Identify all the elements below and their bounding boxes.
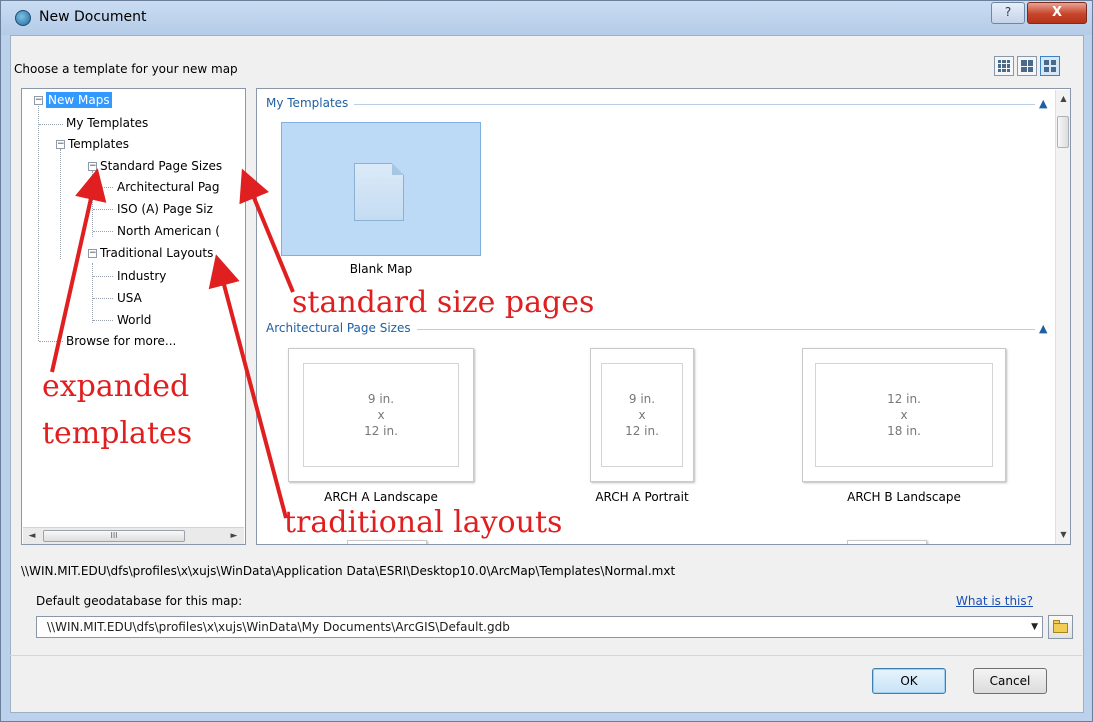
prompt-text: Choose a template for your new map	[14, 62, 238, 76]
view-large-button[interactable]	[1040, 56, 1060, 76]
folder-icon	[1053, 623, 1068, 633]
blank-document-icon	[354, 163, 404, 221]
blank-map-caption: Blank Map	[349, 262, 413, 276]
view-medium-button[interactable]	[1017, 56, 1037, 76]
medium-icons-view-icon	[1021, 60, 1033, 72]
tree-item-new-maps[interactable]: New Maps	[46, 92, 112, 108]
tree-item-world[interactable]: World	[117, 312, 151, 328]
tree-item-iso-a-page-sizes[interactable]: ISO (A) Page Siz	[117, 201, 213, 217]
close-button[interactable]: X	[1027, 2, 1087, 24]
blank-map-thumbnail[interactable]	[281, 122, 481, 256]
collapse-my-templates-icon[interactable]: ▲	[1039, 97, 1047, 110]
tree-item-industry[interactable]: Industry	[117, 268, 166, 284]
scroll-up-arrow-icon[interactable]: ▲	[1056, 92, 1070, 106]
collapse-standard-page-sizes-toggle[interactable]: −	[88, 162, 97, 171]
page-size-label: 9 in. x 12 in.	[303, 363, 459, 467]
annotation-traditional-layouts: traditional layouts	[284, 505, 563, 540]
arch-a-portrait-thumbnail[interactable]: 9 in. x 12 in.	[590, 348, 694, 482]
dropdown-arrow-icon[interactable]: ▼	[1031, 617, 1038, 637]
arch-a-landscape-thumbnail[interactable]: 9 in. x 12 in.	[288, 348, 474, 482]
section-title-my-templates: My Templates	[266, 96, 355, 110]
ok-button[interactable]: OK	[872, 668, 946, 694]
tree-item-north-american[interactable]: North American (	[117, 223, 220, 239]
cancel-button[interactable]: Cancel	[973, 668, 1047, 694]
arch-b-landscape-thumbnail[interactable]: 12 in. x 18 in.	[802, 348, 1006, 482]
gallery-vertical-scrollbar[interactable]: ▲ ▼	[1055, 90, 1070, 544]
title-bar: New Document ? X	[1, 1, 1092, 35]
annotation-standard-size-pages: standard size pages	[292, 285, 595, 320]
tree-item-my-templates[interactable]: My Templates	[66, 115, 148, 131]
geodatabase-label: Default geodatabase for this map:	[36, 594, 243, 608]
annotation-expanded-line1: expanded	[42, 369, 190, 404]
template-tree[interactable]: − New Maps My Templates − Templates − St…	[21, 88, 246, 545]
collapse-architectural-icon[interactable]: ▲	[1039, 322, 1047, 335]
collapse-templates-toggle[interactable]: −	[56, 140, 65, 149]
tree-item-architectural-page-sizes[interactable]: Architectural Pag	[117, 179, 220, 195]
tree-item-browse-for-more[interactable]: Browse for more...	[66, 333, 176, 349]
geodatabase-combobox[interactable]: \\WIN.MIT.EDU\dfs\profiles\x\xujs\WinDat…	[36, 616, 1043, 638]
scrollbar-thumb[interactable]	[1057, 116, 1069, 148]
partial-thumbnail	[847, 540, 927, 544]
tree-horizontal-scrollbar[interactable]: ◄ III ►	[23, 527, 244, 544]
arch-a-landscape-caption: ARCH A Landscape	[324, 490, 438, 504]
list-view-icon	[998, 60, 1010, 72]
window-title: New Document	[39, 9, 147, 25]
annotation-expanded-line2: templates	[42, 416, 193, 451]
what-is-this-link[interactable]: What is this?	[956, 594, 1033, 608]
help-button[interactable]: ?	[991, 2, 1025, 24]
arcmap-app-icon	[15, 10, 31, 26]
collapse-new-maps-toggle[interactable]: −	[34, 96, 43, 105]
arch-b-landscape-caption: ARCH B Landscape	[847, 490, 961, 504]
scrollbar-thumb[interactable]: III	[43, 530, 185, 542]
page-size-label: 9 in. x 12 in.	[601, 363, 683, 467]
page-size-label: 12 in. x 18 in.	[815, 363, 993, 467]
button-separator	[10, 655, 1082, 656]
scroll-right-arrow-icon[interactable]: ►	[227, 530, 241, 543]
tree-item-traditional-layouts[interactable]: Traditional Layouts	[100, 245, 213, 261]
section-title-architectural-page-sizes: Architectural Page Sizes	[266, 321, 417, 335]
view-list-button[interactable]	[994, 56, 1014, 76]
large-icons-view-icon	[1044, 60, 1056, 72]
tree-item-standard-page-sizes[interactable]: Standard Page Sizes	[100, 158, 222, 174]
arch-a-portrait-caption: ARCH A Portrait	[595, 490, 689, 504]
template-path: \\WIN.MIT.EDU\dfs\profiles\x\xujs\WinDat…	[21, 564, 676, 578]
scroll-left-arrow-icon[interactable]: ◄	[25, 530, 39, 543]
geodatabase-value: \\WIN.MIT.EDU\dfs\profiles\x\xujs\WinDat…	[47, 620, 510, 634]
tree-item-templates[interactable]: Templates	[68, 136, 129, 152]
browse-geodatabase-button[interactable]	[1048, 615, 1073, 639]
collapse-traditional-layouts-toggle[interactable]: −	[88, 249, 97, 258]
tree-item-usa[interactable]: USA	[117, 290, 142, 306]
scroll-down-arrow-icon[interactable]: ▼	[1056, 528, 1070, 542]
